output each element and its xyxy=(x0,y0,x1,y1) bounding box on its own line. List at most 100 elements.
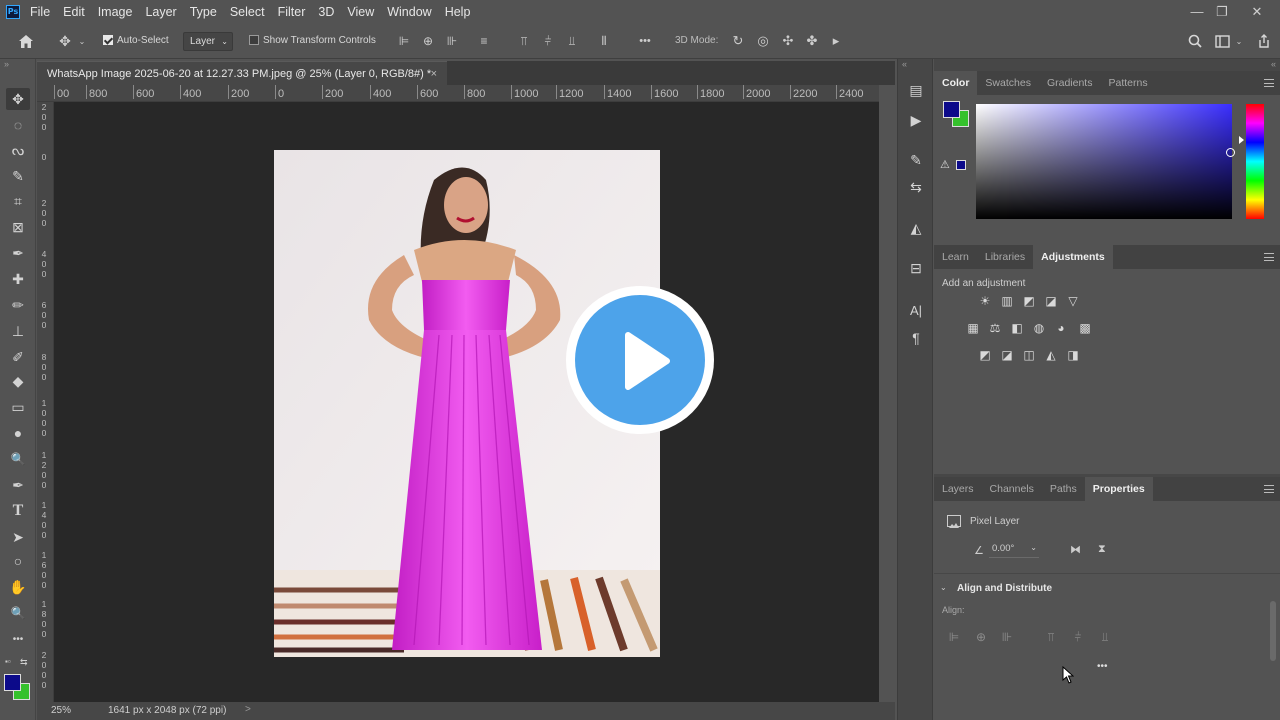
zoom-level[interactable]: 25% xyxy=(51,705,71,716)
crop-tool-icon[interactable]: ⌗ xyxy=(6,190,30,212)
align-top-edges-icon[interactable]: ⫪ xyxy=(516,23,532,59)
status-menu-arrow[interactable]: > xyxy=(245,704,251,715)
align-left-edges-icon[interactable]: ⊫ xyxy=(396,23,412,59)
menu-file[interactable]: File xyxy=(30,5,50,19)
play-button-icon[interactable] xyxy=(575,295,705,425)
menu-window[interactable]: Window xyxy=(387,5,431,19)
dodge-tool-icon[interactable]: 🔍 xyxy=(6,448,30,470)
photo-filter-icon[interactable]: ◍ xyxy=(1031,321,1047,335)
menu-select[interactable]: Select xyxy=(230,5,265,19)
align-vertical-centers-icon[interactable]: ⫩ xyxy=(540,23,556,59)
chevron-down-icon[interactable]: ⌄ xyxy=(940,583,947,592)
tab-patterns[interactable]: Patterns xyxy=(1100,71,1155,95)
tab-gradients[interactable]: Gradients xyxy=(1039,71,1101,95)
actions-icon[interactable]: ▶ xyxy=(904,109,928,131)
flip-horizontal-icon[interactable]: ⧓ xyxy=(1070,543,1081,556)
history-brush-icon[interactable]: ✐ xyxy=(6,346,30,368)
search-icon[interactable] xyxy=(1185,23,1205,59)
tab-libraries[interactable]: Libraries xyxy=(977,245,1033,269)
healing-brush-icon[interactable]: ✚ xyxy=(6,268,30,290)
panel-menu-icon[interactable] xyxy=(1264,253,1274,261)
home-icon[interactable] xyxy=(14,23,38,59)
chevron-down-icon[interactable]: ⌄ xyxy=(1030,543,1037,552)
layer-dropdown[interactable]: Layer ⌄ xyxy=(183,32,233,51)
scrollbar-thumb[interactable] xyxy=(1270,601,1276,661)
color-field[interactable] xyxy=(976,104,1235,219)
lasso-tool-icon[interactable]: ᔓ xyxy=(6,139,30,161)
black-white-icon[interactable]: ◧ xyxy=(1009,321,1025,335)
close-window-icon[interactable]: ✕ xyxy=(1240,0,1274,23)
checkbox-icon[interactable] xyxy=(249,35,259,46)
distribute-vertical-icon[interactable]: ⦀ xyxy=(596,23,612,59)
brush-tool-icon[interactable]: ✏ xyxy=(6,294,30,316)
3d-scale-icon[interactable]: ▸ xyxy=(827,23,845,59)
menu-view[interactable]: View xyxy=(347,5,374,19)
panel-menu-icon[interactable] xyxy=(1264,485,1274,493)
more-options-icon[interactable]: ••• xyxy=(634,23,656,59)
tab-paths[interactable]: Paths xyxy=(1042,477,1085,501)
tab-channels[interactable]: Channels xyxy=(982,477,1042,501)
selective-color-icon[interactable]: ◭ xyxy=(1043,348,1059,362)
restore-icon[interactable]: ❐ xyxy=(1205,0,1239,23)
hand-tool-icon[interactable]: ✋ xyxy=(6,576,30,598)
web-safe-swatch[interactable] xyxy=(956,160,966,170)
align-bottom-edges-icon[interactable]: ⫫ xyxy=(564,23,580,59)
tab-swatches[interactable]: Swatches xyxy=(977,71,1039,95)
3d-roll-icon[interactable]: ◎ xyxy=(754,23,772,59)
3d-orbit-icon[interactable]: ↻ xyxy=(729,23,747,59)
foreground-color-swatch[interactable] xyxy=(943,101,960,118)
blur-tool-icon[interactable]: ● xyxy=(6,422,30,444)
posterize-icon[interactable]: ◪ xyxy=(999,348,1015,362)
distribute-icon[interactable]: ≡ xyxy=(476,23,492,59)
history-icon[interactable]: ▤ xyxy=(904,79,928,101)
collapse-icon[interactable]: « xyxy=(902,59,907,69)
flip-vertical-icon[interactable]: ⧗ xyxy=(1098,543,1106,556)
character-icon[interactable]: A| xyxy=(904,299,928,321)
zoom-tool-icon[interactable]: 🔍 xyxy=(6,602,30,624)
chevron-down-icon[interactable]: ⌄ xyxy=(1233,23,1245,59)
brush-settings-icon[interactable]: ✎ xyxy=(904,149,928,171)
3d-slide-icon[interactable]: ✤ xyxy=(803,23,821,59)
properties-icon[interactable]: ⊟ xyxy=(904,257,928,279)
type-tool-icon[interactable]: T xyxy=(6,500,30,522)
shape-icon[interactable]: ◭ xyxy=(904,217,928,239)
collapse-icon[interactable]: « xyxy=(1271,59,1276,69)
invert-icon[interactable]: ◩ xyxy=(977,348,993,362)
document-tab[interactable]: WhatsApp Image 2025-06-20 at 12.27.33 PM… xyxy=(37,61,447,85)
align-distribute-heading[interactable]: Align and Distribute xyxy=(957,583,1052,594)
levels-icon[interactable]: ▥ xyxy=(999,294,1015,308)
move-tool-icon[interactable]: ✥ xyxy=(54,23,76,59)
clone-stamp-icon[interactable]: ⊥ xyxy=(6,320,30,342)
exposure-icon[interactable]: ◪ xyxy=(1043,294,1059,308)
menu-help[interactable]: Help xyxy=(445,5,471,19)
color-picker-handle[interactable] xyxy=(1226,148,1235,157)
menu-layer[interactable]: Layer xyxy=(145,5,176,19)
hue-slider-handle[interactable] xyxy=(1239,136,1244,144)
more-options-icon[interactable]: ••• xyxy=(1097,661,1108,672)
swap-colors-icon[interactable]: ⇆ xyxy=(20,657,28,668)
tab-learn[interactable]: Learn xyxy=(934,245,977,269)
vibrance-icon[interactable]: ▽ xyxy=(1065,294,1081,308)
checkbox-icon[interactable] xyxy=(103,35,113,46)
menu-3d[interactable]: 3D xyxy=(318,5,334,19)
close-tab-icon[interactable]: × xyxy=(431,68,437,80)
gradient-tool-icon[interactable]: ▭ xyxy=(6,396,30,418)
tab-properties[interactable]: Properties xyxy=(1084,477,1153,501)
channel-mixer-icon[interactable]: ◕ xyxy=(1053,321,1069,335)
default-colors-icon[interactable]: ▪▫ xyxy=(5,657,11,666)
3d-pan-icon[interactable]: ✣ xyxy=(779,23,797,59)
show-transform-checkbox[interactable]: Show Transform Controls xyxy=(249,35,376,46)
menu-type[interactable]: Type xyxy=(190,5,217,19)
menu-image[interactable]: Image xyxy=(98,5,133,19)
frame-tool-icon[interactable]: ⊠ xyxy=(6,216,30,238)
curves-icon[interactable]: ◩ xyxy=(1021,294,1037,308)
color-lookup-icon[interactable]: ▩ xyxy=(1077,321,1093,335)
color-balance-icon[interactable]: ⚖ xyxy=(987,321,1003,335)
tab-color[interactable]: Color xyxy=(934,71,978,95)
tab-adjustments[interactable]: Adjustments xyxy=(1033,245,1113,269)
hue-saturation-icon[interactable]: ▦ xyxy=(965,321,981,335)
menu-filter[interactable]: Filter xyxy=(278,5,306,19)
pen-tool-icon[interactable]: ✒ xyxy=(6,474,30,496)
tab-layers[interactable]: Layers xyxy=(934,477,982,501)
chevron-down-icon[interactable]: ⌄ xyxy=(76,23,88,59)
